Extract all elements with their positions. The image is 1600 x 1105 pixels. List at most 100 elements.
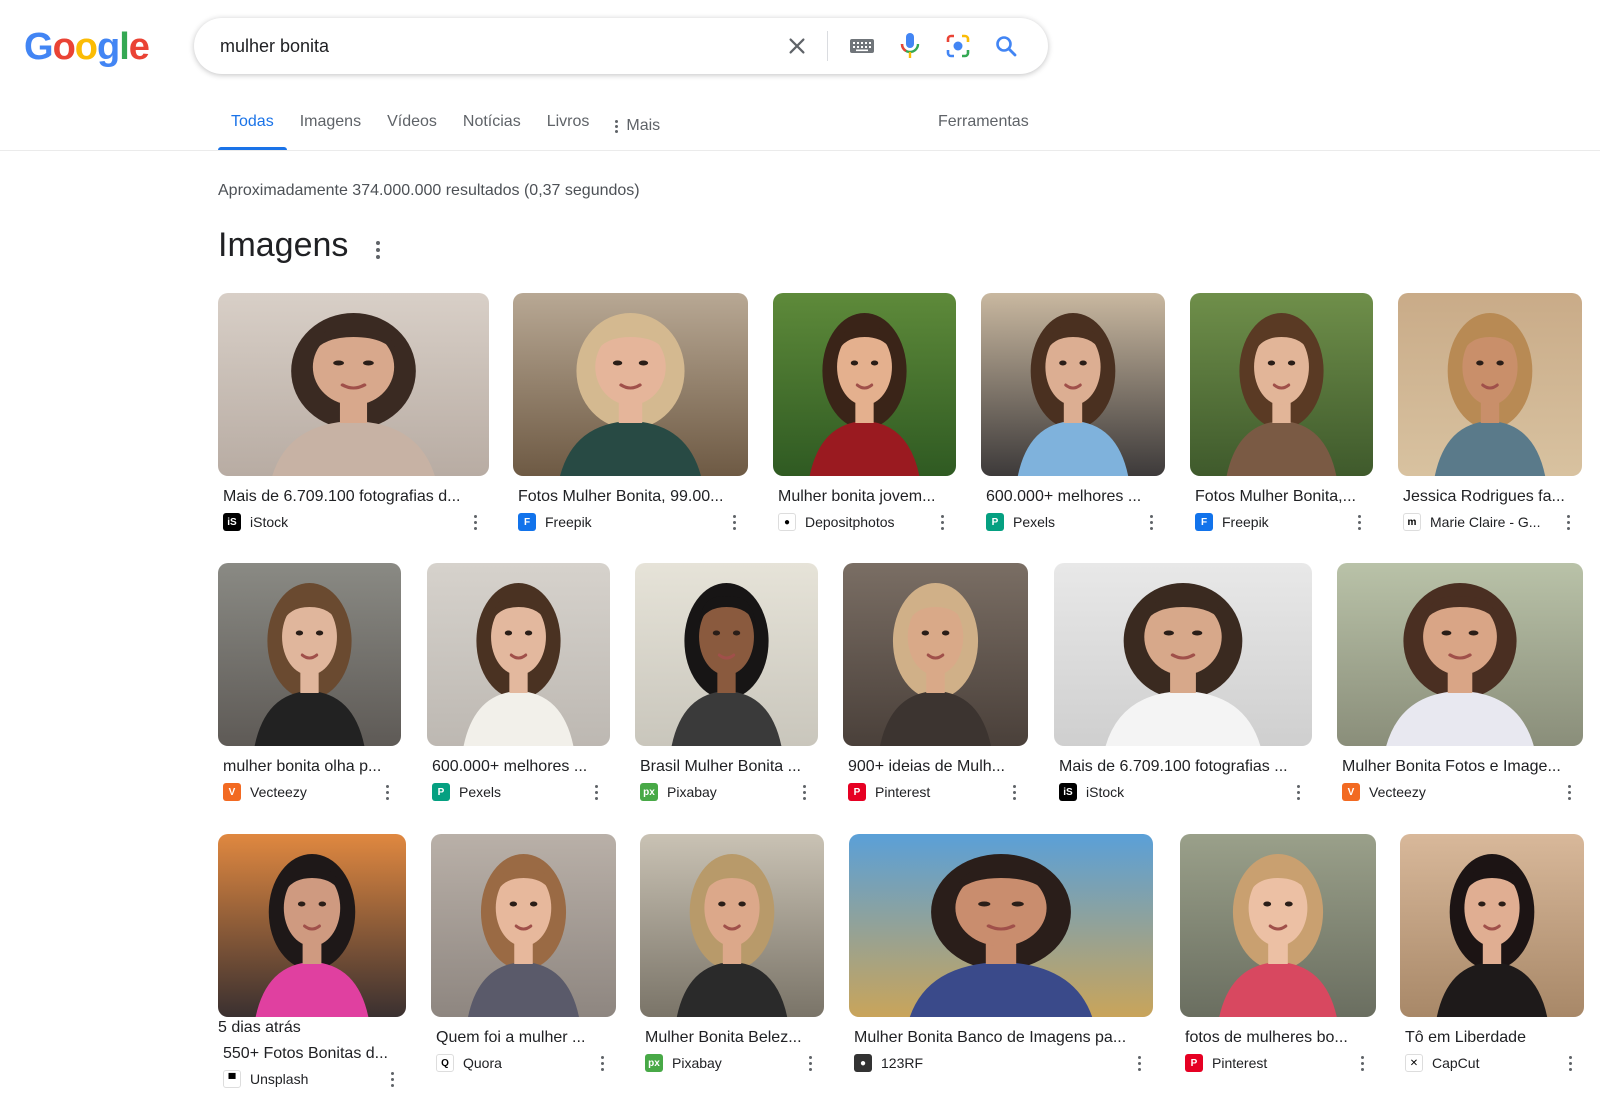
result-caption[interactable]: mulher bonita olha p...	[223, 758, 401, 776]
result-source[interactable]: P Pinterest	[848, 782, 1028, 802]
result-more-icon[interactable]	[798, 782, 810, 802]
result-caption[interactable]: Mais de 6.709.100 fotografias d...	[223, 488, 489, 506]
result-source[interactable]: iS iStock	[1059, 782, 1312, 802]
image-result-card[interactable]: 600.000+ melhores ... P Pexels	[427, 563, 610, 802]
result-more-icon[interactable]	[1145, 512, 1157, 532]
result-caption[interactable]: 550+ Fotos Bonitas d...	[223, 1045, 406, 1063]
result-source[interactable]: F Freepik	[518, 512, 748, 532]
result-caption[interactable]: Mulher Bonita Banco de Imagens pa...	[854, 1029, 1153, 1047]
result-more-icon[interactable]	[1356, 1053, 1368, 1073]
image-result-card[interactable]: mulher bonita olha p... V Vecteezy	[218, 563, 401, 802]
search-input[interactable]	[218, 34, 782, 58]
result-more-icon[interactable]	[936, 512, 948, 532]
result-source[interactable]: P Pexels	[432, 782, 610, 802]
result-more-icon[interactable]	[1008, 782, 1020, 802]
result-thumbnail[interactable]	[1180, 834, 1376, 1017]
result-more-icon[interactable]	[1564, 1053, 1576, 1073]
result-more-icon[interactable]	[728, 512, 740, 532]
result-more-icon[interactable]	[1563, 782, 1575, 802]
image-result-card[interactable]: Mulher Bonita Belez... px Pixabay	[640, 834, 824, 1073]
result-source[interactable]: Q Quora	[436, 1053, 616, 1073]
result-thumbnail[interactable]	[431, 834, 616, 1017]
result-thumbnail[interactable]	[843, 563, 1028, 746]
keyboard-icon[interactable]	[838, 18, 886, 74]
image-result-card[interactable]: Mais de 6.709.100 fotografias ... iS iStoc…	[1054, 563, 1312, 802]
result-source[interactable]: V Vecteezy	[223, 782, 401, 802]
image-result-card[interactable]: Fotos Mulher Bonita, 99.00... F Freepik	[513, 293, 748, 532]
section-more-icon[interactable]	[368, 238, 388, 262]
image-result-card[interactable]: Mulher bonita jovem... ● Depositphotos	[773, 293, 956, 532]
result-thumbnail[interactable]	[1400, 834, 1584, 1017]
result-source[interactable]: F Freepik	[1195, 512, 1373, 532]
result-caption[interactable]: Fotos Mulher Bonita, 99.00...	[518, 488, 748, 506]
image-result-card[interactable]: 900+ ideias de Mulh... P Pinterest	[843, 563, 1028, 802]
result-thumbnail[interactable]	[427, 563, 610, 746]
lens-camera-icon[interactable]	[934, 18, 982, 74]
tab-videos[interactable]: Vídeos	[374, 102, 450, 150]
result-more-icon[interactable]	[590, 782, 602, 802]
result-caption[interactable]: 900+ ideias de Mulh...	[848, 758, 1028, 776]
search-icon[interactable]	[982, 18, 1030, 74]
result-more-icon[interactable]	[381, 782, 393, 802]
result-source[interactable]: ● 123RF	[854, 1053, 1153, 1073]
result-caption[interactable]: Mulher Bonita Fotos e Image...	[1342, 758, 1583, 776]
result-source[interactable]: m Marie Claire - G...	[1403, 512, 1582, 532]
result-thumbnail[interactable]	[218, 834, 406, 1017]
image-result-card[interactable]: Quem foi a mulher ... Q Quora	[431, 834, 616, 1073]
search-box[interactable]	[194, 18, 1048, 74]
result-more-icon[interactable]	[596, 1053, 608, 1073]
result-source[interactable]: px Pixabay	[640, 782, 818, 802]
google-logo[interactable]: Google	[24, 26, 150, 69]
result-caption[interactable]: 600.000+ melhores ...	[432, 758, 610, 776]
result-source[interactable]: ✕ CapCut	[1405, 1053, 1584, 1073]
clear-icon[interactable]	[773, 18, 821, 74]
result-thumbnail[interactable]	[981, 293, 1165, 476]
image-result-card[interactable]: Brasil Mulher Bonita ... px Pixabay	[635, 563, 818, 802]
result-caption[interactable]: Mulher bonita jovem...	[778, 488, 956, 506]
result-source[interactable]: P Pinterest	[1185, 1053, 1376, 1073]
result-thumbnail[interactable]	[635, 563, 818, 746]
result-more-icon[interactable]	[1562, 512, 1574, 532]
image-result-card[interactable]: Jessica Rodrigues fa... m Marie Claire - G…	[1398, 293, 1582, 532]
microphone-icon[interactable]	[886, 18, 934, 74]
result-source[interactable]: V Vecteezy	[1342, 782, 1583, 802]
result-thumbnail[interactable]	[1337, 563, 1583, 746]
image-result-card[interactable]: Mulher Bonita Banco de Imagens pa... ● 123…	[849, 834, 1153, 1073]
result-source[interactable]: iS iStock	[223, 512, 489, 532]
result-thumbnail[interactable]	[218, 563, 401, 746]
tab-todas[interactable]: Todas	[218, 102, 287, 150]
result-source[interactable]: P Pexels	[986, 512, 1165, 532]
result-caption[interactable]: fotos de mulheres bo...	[1185, 1029, 1376, 1047]
result-caption[interactable]: Fotos Mulher Bonita,...	[1195, 488, 1373, 506]
result-caption[interactable]: Tô em Liberdade	[1405, 1029, 1584, 1047]
result-more-icon[interactable]	[386, 1069, 398, 1089]
result-thumbnail[interactable]	[513, 293, 748, 476]
result-source[interactable]: px Pixabay	[645, 1053, 824, 1073]
tab-livros[interactable]: Livros	[534, 102, 603, 150]
result-thumbnail[interactable]	[849, 834, 1153, 1017]
result-thumbnail[interactable]	[1190, 293, 1373, 476]
result-caption[interactable]: Jessica Rodrigues fa...	[1403, 488, 1582, 506]
result-caption[interactable]: Quem foi a mulher ...	[436, 1029, 616, 1047]
result-more-icon[interactable]	[1133, 1053, 1145, 1073]
result-caption[interactable]: Brasil Mulher Bonita ...	[640, 758, 818, 776]
image-result-card[interactable]: Mais de 6.709.100 fotografias d... iS iSto…	[218, 293, 489, 532]
tab-noticias[interactable]: Notícias	[450, 102, 534, 150]
image-result-card[interactable]: 5 dias atrás 550+ Fotos Bonitas d... ▀ Unsp…	[218, 834, 406, 1089]
result-thumbnail[interactable]	[640, 834, 824, 1017]
result-thumbnail[interactable]	[218, 293, 489, 476]
result-thumbnail[interactable]	[1398, 293, 1582, 476]
result-caption[interactable]: Mais de 6.709.100 fotografias ...	[1059, 758, 1312, 776]
result-more-icon[interactable]	[804, 1053, 816, 1073]
tools-button[interactable]: Ferramentas	[938, 102, 1029, 150]
image-result-card[interactable]: Tô em Liberdade ✕ CapCut	[1400, 834, 1584, 1073]
image-result-card[interactable]: Mulher Bonita Fotos e Image... V Vecteezy	[1337, 563, 1583, 802]
result-source[interactable]: ● Depositphotos	[778, 512, 956, 532]
image-result-card[interactable]: Fotos Mulher Bonita,... F Freepik	[1190, 293, 1373, 532]
result-caption[interactable]: 600.000+ melhores ...	[986, 488, 1165, 506]
image-result-card[interactable]: fotos de mulheres bo... P Pinterest	[1180, 834, 1376, 1073]
result-thumbnail[interactable]	[1054, 563, 1312, 746]
result-caption[interactable]: Mulher Bonita Belez...	[645, 1029, 824, 1047]
result-more-icon[interactable]	[469, 512, 481, 532]
result-more-icon[interactable]	[1292, 782, 1304, 802]
